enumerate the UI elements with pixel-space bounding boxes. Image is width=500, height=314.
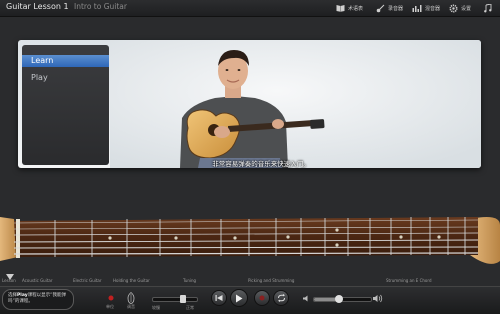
mixer-label: 混音器 bbox=[425, 5, 441, 12]
volume-low-icon bbox=[303, 295, 308, 302]
record-button[interactable] bbox=[254, 290, 270, 306]
volume-high-icon bbox=[373, 294, 383, 303]
volume-slider-thumb[interactable] bbox=[334, 295, 343, 303]
rewind-button[interactable] bbox=[211, 290, 227, 306]
chart-icon bbox=[412, 5, 422, 12]
chapter-list: Lesson Acoustic Guitar Electric Guitar H… bbox=[0, 274, 500, 286]
music-button[interactable] bbox=[484, 2, 492, 14]
loop-button[interactable] bbox=[273, 290, 289, 306]
lesson-title: Guitar Lesson 1 bbox=[6, 2, 69, 11]
chapter-strumming-e-chord[interactable]: Strumming an E Chord bbox=[386, 278, 431, 283]
glossary-button[interactable]: 术语表 bbox=[336, 2, 363, 14]
lesson-menu: Learn Play bbox=[22, 45, 109, 165]
menu-item-play[interactable]: Play bbox=[22, 72, 109, 84]
hint-bold: Play bbox=[17, 293, 28, 298]
control-bar: 选择Play课程以显示“我能弹吗”的课程。 单位 调音 较慢 正常 bbox=[0, 286, 500, 314]
fretboard-area bbox=[0, 205, 500, 273]
tuner-label: 调音 bbox=[127, 304, 135, 309]
title-bar: Guitar Lesson 1 Intro to Guitar 术语表 录音器 … bbox=[0, 0, 500, 17]
chapter-electric-guitar[interactable]: Electric Guitar bbox=[73, 278, 102, 283]
hint-prefix: 选择 bbox=[8, 293, 17, 298]
settings-button[interactable]: 设置 bbox=[449, 2, 471, 14]
play-icon bbox=[236, 294, 243, 302]
chapter-picking-strumming[interactable]: Picking and Strumming bbox=[248, 278, 294, 283]
video-panel: Learn Play 非常容易弹奏的音乐来快速入门。 bbox=[18, 40, 481, 168]
loop-icon bbox=[277, 294, 285, 302]
record-icon[interactable] bbox=[108, 295, 114, 301]
speed-slider[interactable] bbox=[152, 295, 198, 303]
settings-label: 设置 bbox=[461, 5, 472, 12]
skip-back-icon bbox=[215, 295, 223, 301]
playhead-icon[interactable] bbox=[6, 274, 14, 280]
gear-icon bbox=[449, 3, 458, 13]
music-note-icon bbox=[484, 3, 492, 12]
chapter-holding-guitar[interactable]: Holding the Guitar bbox=[113, 278, 150, 283]
lesson-subtitle: Intro to Guitar bbox=[74, 2, 127, 11]
chapter-acoustic-guitar[interactable]: Acoustic Guitar bbox=[22, 278, 53, 283]
speed-slow-label: 较慢 bbox=[152, 305, 160, 310]
speed-slider-thumb[interactable] bbox=[179, 295, 186, 303]
book-icon bbox=[336, 5, 345, 12]
instructor-video bbox=[110, 40, 481, 168]
video-subtitle: 非常容易弹奏的音乐来快速入门。 bbox=[212, 160, 310, 168]
record-label: 单位 bbox=[106, 304, 114, 309]
menu-item-learn[interactable]: Learn bbox=[22, 55, 109, 67]
mixer-button[interactable]: 混音器 bbox=[412, 2, 440, 14]
fretboard bbox=[0, 217, 500, 264]
hint-bubble: 选择Play课程以显示“我能弹吗”的课程。 bbox=[2, 289, 74, 310]
tuner-icon[interactable] bbox=[127, 292, 135, 304]
recorder-button[interactable]: 录音器 bbox=[376, 2, 403, 14]
volume-slider[interactable] bbox=[313, 295, 372, 303]
glossary-label: 术语表 bbox=[348, 5, 364, 12]
recorder-label: 录音器 bbox=[388, 5, 404, 12]
guitar-icon bbox=[376, 4, 385, 12]
play-button[interactable] bbox=[230, 289, 248, 307]
record-dot-icon bbox=[259, 295, 265, 301]
speed-normal-label: 正常 bbox=[186, 305, 194, 310]
chapter-tuning[interactable]: Tuning bbox=[183, 278, 196, 283]
